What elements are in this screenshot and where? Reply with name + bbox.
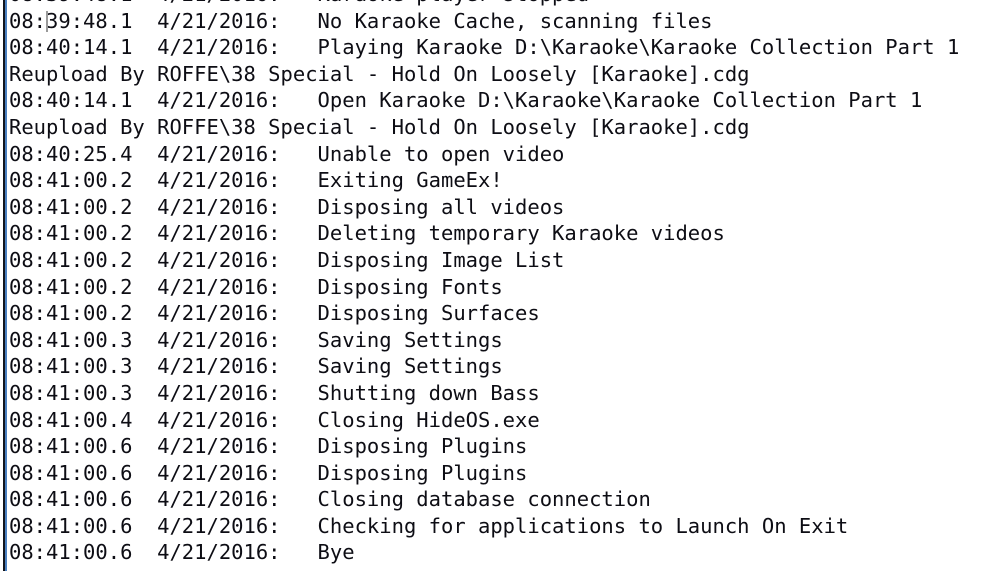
log-line[interactable]: 08:41:00.3 4/21/2016: Saving Settings [9, 327, 1000, 354]
log-line[interactable]: 08:40:14.1 4/21/2016: Open Karaoke D:\Ka… [9, 87, 1000, 114]
log-line[interactable]: 08:41:00.2 4/21/2016: Disposing Surfaces [9, 300, 1000, 327]
log-line-list[interactable]: 08:39:48.1 4/21/2016: Karaoke player sto… [9, 0, 1000, 566]
log-line[interactable]: 08:41:00.2 4/21/2016: Exiting GameEx! [9, 167, 1000, 194]
log-line[interactable]: 08:41:00.2 4/21/2016: Disposing all vide… [9, 194, 1000, 221]
log-line[interactable]: 08:41:00.6 4/21/2016: Bye [9, 539, 1000, 566]
log-line[interactable]: 08:41:00.2 4/21/2016: Disposing Fonts [9, 274, 1000, 301]
log-line[interactable]: 08:41:00.6 4/21/2016: Disposing Plugins [9, 460, 1000, 487]
log-panel: 08:39:48.1 4/21/2016: Karaoke player sto… [0, 0, 1000, 571]
log-line[interactable]: 08:41:00.2 4/21/2016: Deleting temporary… [9, 220, 1000, 247]
log-line-continuation[interactable]: Reupload By ROFFE\38 Special - Hold On L… [9, 114, 1000, 141]
log-line-continuation[interactable]: Reupload By ROFFE\38 Special - Hold On L… [9, 61, 1000, 88]
log-line[interactable]: 08:41:00.4 4/21/2016: Closing HideOS.exe [9, 407, 1000, 434]
log-line-partial: 08:39:48.1 4/21/2016: Karaoke player sto… [9, 0, 1000, 8]
log-line[interactable]: 08:40:25.4 4/21/2016: Unable to open vid… [9, 141, 1000, 168]
panel-left-accent-border [5, 0, 7, 571]
log-line[interactable]: 08:41:00.6 4/21/2016: Disposing Plugins [9, 433, 1000, 460]
log-line[interactable]: 08:41:00.6 4/21/2016: Checking for appli… [9, 513, 1000, 540]
text-caret [46, 10, 49, 32]
log-line[interactable]: 08:41:00.2 4/21/2016: Disposing Image Li… [9, 247, 1000, 274]
log-line[interactable]: 08:40:14.1 4/21/2016: Playing Karaoke D:… [9, 34, 1000, 61]
log-line[interactable]: 08:39:48.1 4/21/2016: No Karaoke Cache, … [9, 8, 1000, 35]
log-line[interactable]: 08:41:00.6 4/21/2016: Closing database c… [9, 486, 1000, 513]
log-line[interactable]: 08:41:00.3 4/21/2016: Saving Settings [9, 353, 1000, 380]
log-text-viewport[interactable]: 08:39:48.1 4/21/2016: Karaoke player sto… [9, 0, 1000, 571]
log-line[interactable]: 08:41:00.3 4/21/2016: Shutting down Bass [9, 380, 1000, 407]
